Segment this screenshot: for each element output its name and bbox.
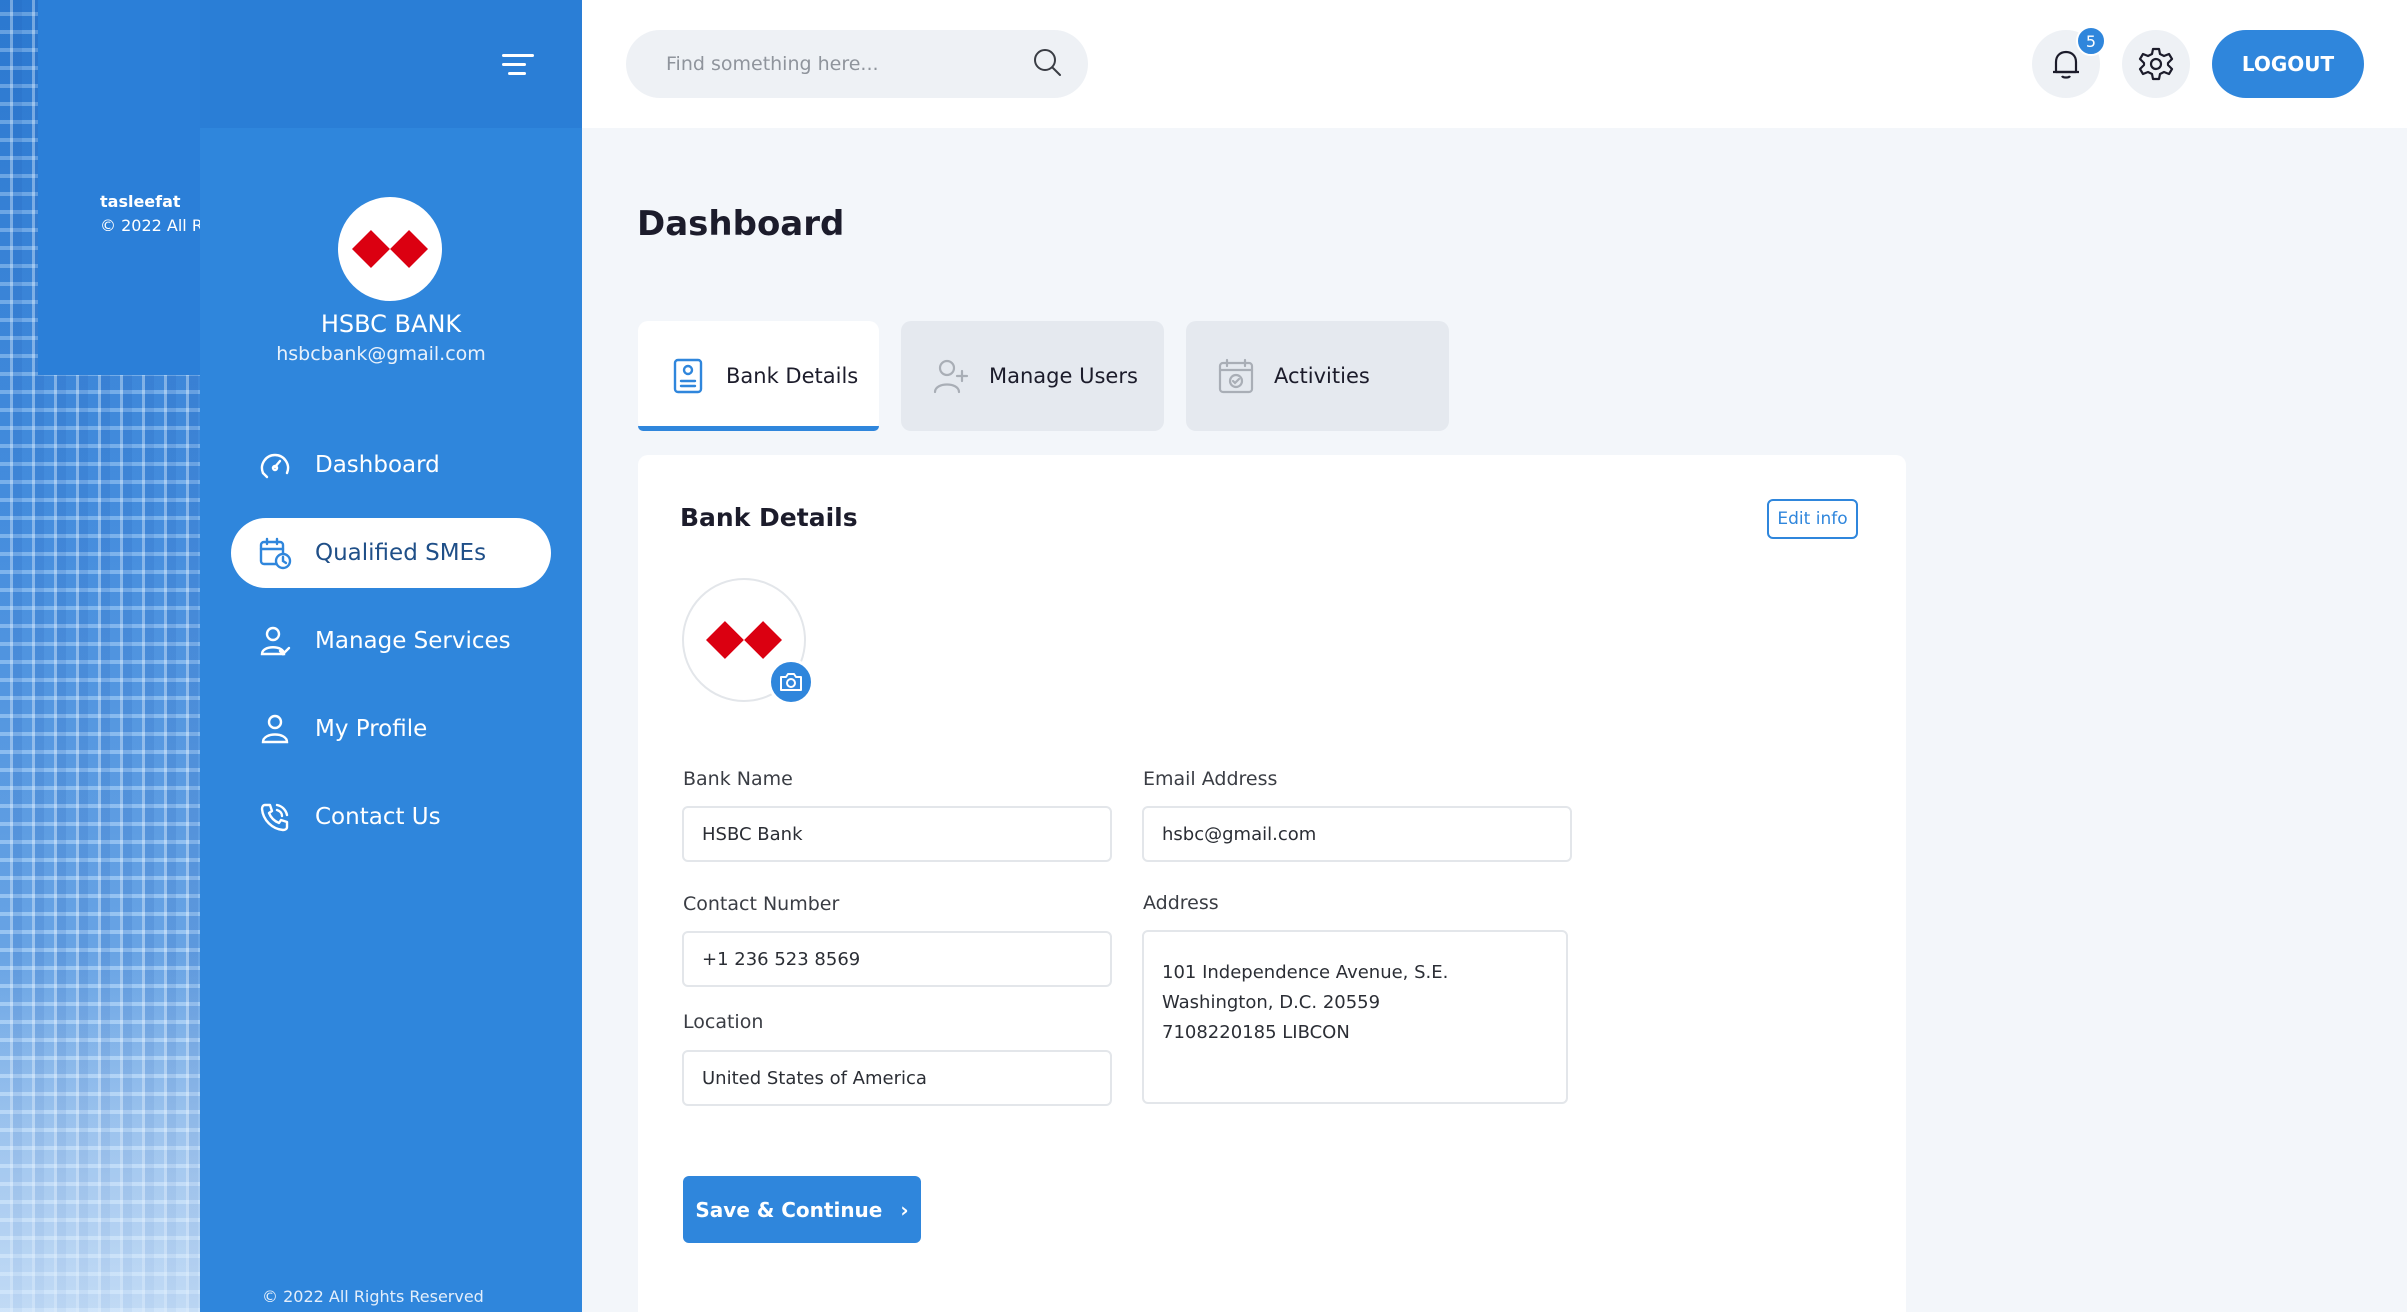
bank-name: HSBC BANK: [320, 310, 462, 338]
bell-icon: [2053, 50, 2079, 79]
sidebar-item-my-profile[interactable]: My Profile: [231, 694, 551, 764]
user-check-icon: [257, 623, 293, 659]
bank-name-field[interactable]: [682, 806, 1112, 862]
tab-bar: Bank Details Manage Users Activities: [638, 321, 1471, 431]
sidebar-item-manage-services[interactable]: Manage Services: [231, 606, 551, 676]
menu-toggle-button[interactable]: [502, 54, 534, 80]
bank-logo: [338, 197, 442, 301]
address-field[interactable]: 101 Independence Avenue, S.E. Washington…: [1142, 930, 1568, 1104]
brand-name: tasleefat: [100, 192, 181, 211]
document-icon: [668, 356, 708, 396]
page-title: Dashboard: [637, 204, 845, 244]
menu-line: [502, 54, 534, 57]
contact-number-label: Contact Number: [683, 893, 840, 915]
tab-label: Bank Details: [726, 364, 859, 388]
search-input[interactable]: [666, 53, 1032, 75]
tab-label: Activities: [1274, 364, 1370, 388]
background-panel: [38, 0, 200, 375]
user-icon: [257, 711, 293, 747]
bank-email: hsbcbank@gmail.com: [276, 343, 486, 365]
tab-bank-details[interactable]: Bank Details: [638, 321, 879, 431]
sidebar-footer: © 2022 All Rights Reserved: [262, 1287, 484, 1306]
notification-count-badge: 5: [2076, 26, 2106, 56]
hsbc-logo-icon: [706, 621, 782, 659]
contact-number-field[interactable]: [682, 931, 1112, 987]
camera-icon: [780, 673, 802, 691]
location-label: Location: [683, 1011, 764, 1033]
top-header: 5 LOGOUT: [582, 0, 2407, 128]
calendar-clock-icon: [257, 535, 293, 571]
sidebar-item-contact-us[interactable]: Contact Us: [231, 782, 551, 852]
edit-info-button[interactable]: Edit info: [1767, 499, 1858, 539]
tab-manage-users[interactable]: Manage Users: [901, 321, 1164, 431]
brand-copyright: © 2022 All Rights Reserved: [100, 216, 200, 235]
menu-line: [508, 72, 526, 75]
email-field[interactable]: [1142, 806, 1572, 862]
sidebar-item-label: Manage Services: [315, 628, 511, 654]
bank-name-label: Bank Name: [683, 768, 793, 790]
sidebar: HSBC BANK hsbcbank@gmail.com Dashboard Q…: [200, 0, 582, 1312]
save-continue-label: Save & Continue: [695, 1197, 883, 1222]
add-user-icon: [931, 356, 971, 396]
logout-button[interactable]: LOGOUT: [2212, 30, 2364, 98]
search-bar: [626, 30, 1088, 98]
background-brand: tasleefat © 2022 All Rights Reserved: [100, 190, 200, 238]
gear-icon: [2138, 47, 2174, 81]
dashboard-gauge-icon: [257, 447, 293, 483]
search-icon[interactable]: [1032, 47, 1062, 81]
tab-activities[interactable]: Activities: [1186, 321, 1449, 431]
sidebar-header: [200, 0, 582, 128]
notifications-button[interactable]: 5: [2032, 26, 2106, 98]
tab-label: Manage Users: [989, 364, 1138, 388]
chevron-right-icon: ›: [900, 1197, 909, 1222]
save-continue-button[interactable]: Save & Continue ›: [683, 1176, 921, 1243]
sidebar-item-label: Contact Us: [315, 804, 441, 830]
change-photo-button[interactable]: [768, 659, 814, 705]
settings-button[interactable]: [2122, 30, 2190, 98]
sidebar-item-dashboard[interactable]: Dashboard: [231, 430, 551, 500]
menu-line: [502, 63, 526, 66]
card-title: Bank Details: [680, 503, 858, 532]
phone-icon: [257, 799, 293, 835]
bank-details-card: Bank Details Edit info Bank Name Email A…: [638, 455, 1906, 1312]
sidebar-item-label: Qualified SMEs: [315, 540, 487, 566]
address-label: Address: [1143, 892, 1219, 914]
sidebar-item-label: My Profile: [315, 716, 428, 742]
hsbc-logo-icon: [352, 230, 428, 268]
sidebar-item-label: Dashboard: [315, 452, 440, 478]
sidebar-nav: Dashboard Qualified SMEs Manage Services: [231, 430, 551, 870]
location-field[interactable]: [682, 1050, 1112, 1106]
sidebar-item-qualified-smes[interactable]: Qualified SMEs: [231, 518, 551, 588]
email-label: Email Address: [1143, 768, 1278, 790]
calendar-check-icon: [1216, 356, 1256, 396]
